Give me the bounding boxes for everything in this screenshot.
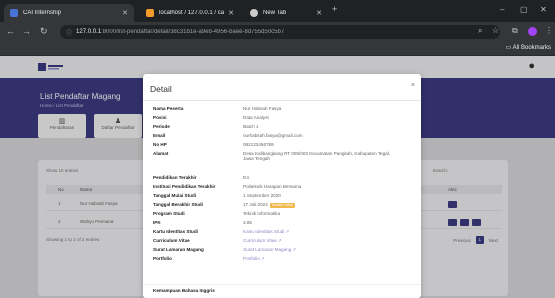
close-icon[interactable]: ✕ xyxy=(122,9,128,17)
tab-new-tab[interactable]: New Tab ✕ xyxy=(244,4,328,22)
all-bookmarks-label: All Bookmarks xyxy=(512,45,551,51)
maximize-icon[interactable]: ▢ xyxy=(520,5,528,14)
web-page: ● List Pendaftar Magang Home / List Pend… xyxy=(0,56,555,298)
external-link-icon: ↗ xyxy=(260,256,265,261)
minimize-icon[interactable]: – xyxy=(500,5,504,14)
close-icon[interactable]: ✕ xyxy=(228,9,234,17)
profile-avatar[interactable] xyxy=(528,27,537,36)
field-label: Nama Peserta xyxy=(153,106,184,111)
field-label: Tanggal Berakhir Studi xyxy=(153,202,203,207)
field-link[interactable]: Curriculum Vitae↗ xyxy=(243,238,391,243)
extensions-icon[interactable]: ⧉ xyxy=(512,26,518,36)
browser-toolbar: ← → ↻ ⓘ 127.0.0.1 :8000/list-pendaftar/d… xyxy=(0,22,555,42)
field-value: nurhabsah.fasya@gmail.com xyxy=(243,133,303,138)
field-value: Politeknik Harapan Bersama xyxy=(243,184,302,189)
field-value: Desa Kalibangkang RT 005/003 Kecamatan P… xyxy=(243,151,391,162)
field-label: Tanggal Mulai Studi xyxy=(153,193,197,198)
zoom-icon[interactable]: ⌕ xyxy=(478,26,482,36)
field-link[interactable]: Surat Lamaran Magang↗ xyxy=(243,247,391,252)
kartu-identitas-link[interactable]: Kartu Identitas Studi xyxy=(243,229,284,234)
all-bookmarks-button[interactable]: ▭ All Bookmarks xyxy=(506,44,551,51)
field-label: IPK xyxy=(153,220,161,225)
close-icon[interactable]: × xyxy=(411,82,415,89)
surat-lamaran-link[interactable]: Surat Lamaran Magang xyxy=(243,247,291,252)
field-label: Email xyxy=(153,133,166,138)
field-label: Posisi xyxy=(153,115,167,120)
external-link-icon: ↗ xyxy=(277,238,282,243)
field-label: Kartu Identitas Studi xyxy=(153,229,198,234)
field-value: D4 xyxy=(243,175,249,180)
forward-arrow-icon[interactable]: → xyxy=(22,26,31,36)
url-host: 127.0.0.1 xyxy=(76,29,102,35)
bookmark-star-icon[interactable]: ☆ xyxy=(492,26,499,35)
bookmarks-bar: ▭ All Bookmarks xyxy=(0,42,555,56)
field-value: 1 September 2020 xyxy=(243,193,281,198)
field-value: 082123456789 xyxy=(243,142,274,147)
external-link-icon: ↗ xyxy=(292,247,297,252)
field-value: Batch 1 xyxy=(243,124,259,129)
field-value: 3.85 xyxy=(243,220,252,225)
field-label: Program Studi xyxy=(153,211,185,216)
field-label: Curriculum Vitae xyxy=(153,238,190,243)
close-icon[interactable]: ✕ xyxy=(316,9,322,17)
chrome-icon xyxy=(250,9,258,17)
browser-tab-bar: CAI Internship ✕ localhost / 127.0.0.1 /… xyxy=(0,0,555,22)
field-label: Portfolio xyxy=(153,256,172,261)
back-arrow-icon[interactable]: ← xyxy=(6,26,15,36)
field-label: No HP xyxy=(153,142,167,147)
tab-phpmyadmin[interactable]: localhost / 127.0.0.1 / cai-intern ✕ xyxy=(140,4,240,22)
field-value: Teknik Informatika xyxy=(243,211,281,216)
field-label: Pendidikan Terakhir xyxy=(153,175,197,180)
field-label: Institusi Pendidikan Terakhir xyxy=(153,184,216,189)
modal-title: Detail xyxy=(150,84,172,94)
modal-divider xyxy=(143,284,421,285)
field-value: Nur Habsah Fasya xyxy=(243,106,282,111)
tab-cai-internship[interactable]: CAI Internship ✕ xyxy=(4,4,134,22)
tab-label: New Tab xyxy=(263,10,287,16)
field-link[interactable]: Portfolio↗ xyxy=(243,256,391,261)
field-value: 17 Juli 2024 Sudah Lulus xyxy=(243,202,391,208)
address-bar[interactable]: ⓘ 127.0.0.1 :8000/list-pendaftar/detail/… xyxy=(60,25,500,39)
reload-icon[interactable]: ↻ xyxy=(40,26,48,37)
menu-dots-icon[interactable]: ⋮ xyxy=(545,26,553,35)
section-heading-label: Kemampuan Bahasa Inggris xyxy=(153,288,215,293)
status-badge: Sudah Lulus xyxy=(269,203,295,208)
field-value-text: 17 Juli 2024 xyxy=(243,202,268,207)
field-label: Surat Lamaran Magang xyxy=(153,247,204,252)
portfolio-link[interactable]: Portfolio xyxy=(243,256,260,261)
site-info-icon[interactable]: ⓘ xyxy=(66,28,72,37)
phpmyadmin-favicon-icon xyxy=(146,9,154,17)
field-label: Periode xyxy=(153,124,170,129)
detail-modal: Detail × Nama Peserta Nur Habsah Fasya Po… xyxy=(143,74,421,298)
tab-label: localhost / 127.0.0.1 / cai-intern xyxy=(159,10,225,16)
cv-link[interactable]: Curriculum Vitae xyxy=(243,238,277,243)
window-close-icon[interactable]: ✕ xyxy=(540,5,547,14)
modal-divider xyxy=(143,100,421,101)
field-value: Data Analyst xyxy=(243,115,269,120)
external-link-icon: ↗ xyxy=(285,229,290,234)
new-tab-plus-icon[interactable]: + xyxy=(332,4,337,14)
field-link[interactable]: Kartu Identitas Studi↗ xyxy=(243,229,391,234)
app-favicon-icon xyxy=(10,9,18,17)
field-label: Alamat xyxy=(153,151,169,156)
url-path: :8000/list-pendaftar/detail/38c31b1e-a9e… xyxy=(101,29,285,35)
tab-label: CAI Internship xyxy=(23,10,62,16)
